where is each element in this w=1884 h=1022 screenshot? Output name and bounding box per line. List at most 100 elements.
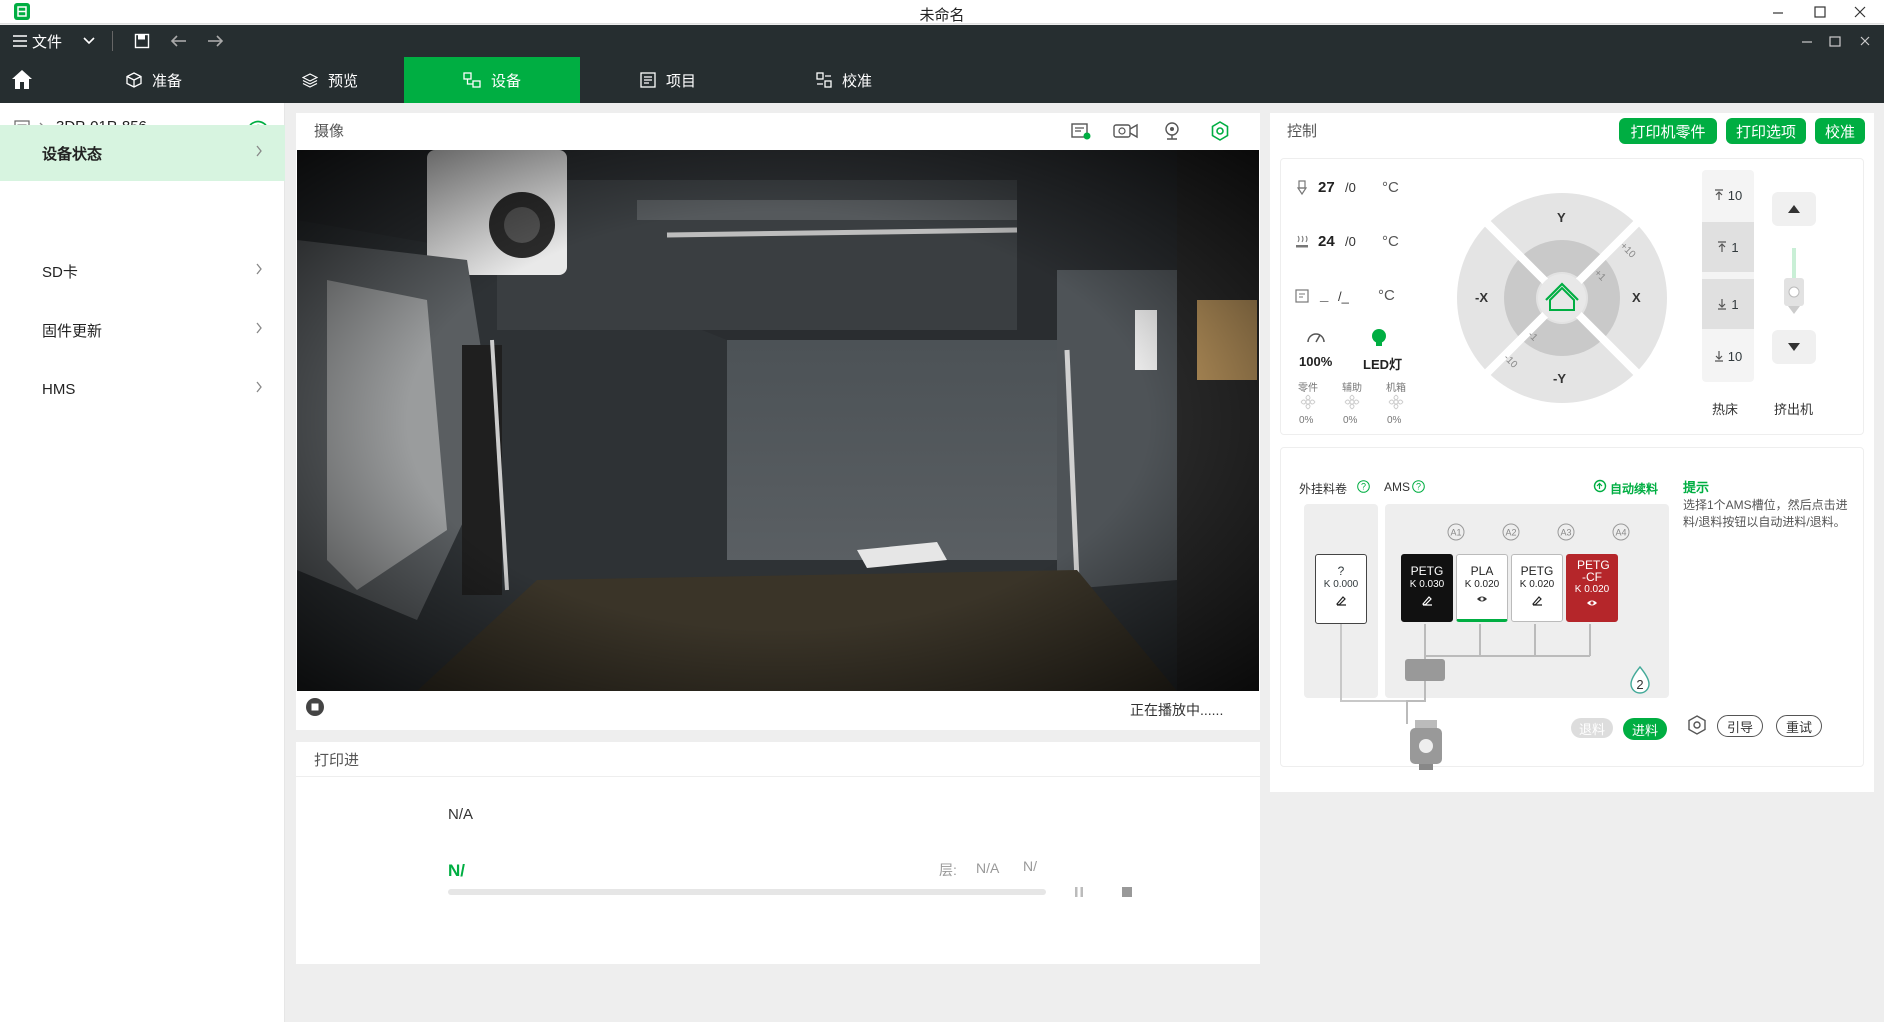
stop-stream-icon[interactable] <box>305 697 325 717</box>
nozzle-target[interactable]: /0 <box>1345 180 1356 195</box>
sidebar-item-firmware[interactable]: 固件更新 <box>0 302 285 358</box>
home-icon[interactable] <box>10 68 34 90</box>
led-icon[interactable] <box>1370 328 1388 348</box>
bed-temp: 24 <box>1318 233 1335 250</box>
slot-k-value: K 0.020 <box>1464 579 1500 590</box>
jog-x-plus[interactable]: X <box>1632 290 1641 305</box>
minimize-icon[interactable] <box>1768 2 1788 22</box>
layer-label: 层: <box>939 862 957 878</box>
device-icon <box>463 72 481 88</box>
sidebar-item-label: 设备状态 <box>42 145 103 163</box>
ams-settings-icon[interactable] <box>1685 714 1709 738</box>
edit-icon[interactable] <box>1402 594 1452 606</box>
sidebar-item-sd-card[interactable]: SD卡 <box>0 243 285 299</box>
triangle-down-icon <box>1787 342 1801 352</box>
tab-calibration[interactable]: 校准 <box>756 57 932 103</box>
close-icon[interactable] <box>1850 2 1870 22</box>
chamber-unit: °C <box>1378 287 1395 304</box>
slot-type: PLA <box>1470 564 1494 578</box>
help-icon[interactable]: ? <box>1357 480 1370 493</box>
jog-x-minus[interactable]: -X <box>1475 290 1488 305</box>
pause-icon[interactable] <box>1072 885 1086 899</box>
print-options-button[interactable]: 打印选项 <box>1726 118 1806 144</box>
bed-label: 热床 <box>1712 402 1739 417</box>
tab-preview[interactable]: 预览 <box>242 57 418 103</box>
help-icon[interactable]: ? <box>1412 480 1425 493</box>
guide-button[interactable]: 引导 <box>1717 715 1763 737</box>
chamber-icon <box>1295 289 1309 303</box>
led-label: LED灯 <box>1363 357 1403 372</box>
sidebar-item-label: 固件更新 <box>42 322 103 340</box>
chevron-down-icon[interactable] <box>82 25 96 57</box>
edit-icon[interactable] <box>1512 594 1562 606</box>
eye-icon[interactable] <box>1457 594 1507 604</box>
unload-button[interactable]: 退料 <box>1571 718 1613 738</box>
calibrate-button[interactable]: 校准 <box>1815 118 1865 144</box>
fan-icon[interactable] <box>1300 394 1316 410</box>
jog-y-minus[interactable]: -Y <box>1553 371 1566 386</box>
inner-restore-icon[interactable] <box>1828 25 1842 57</box>
bed-target[interactable]: /0 <box>1345 234 1356 249</box>
chevron-right-icon <box>255 145 263 157</box>
fan-chamber-label: 机箱 <box>1386 383 1406 394</box>
speed-value: 100% <box>1299 354 1333 369</box>
speed-icon[interactable] <box>1306 329 1326 345</box>
load-button[interactable]: 进料 <box>1623 718 1667 740</box>
auto-refill-link[interactable]: 自动续料 <box>1610 480 1658 497</box>
fan-icon[interactable] <box>1388 394 1404 410</box>
jog-y-plus[interactable]: Y <box>1557 210 1566 225</box>
stop-icon[interactable] <box>1120 885 1134 899</box>
webcam-icon[interactable] <box>1162 121 1182 141</box>
tab-project[interactable]: 项目 <box>580 57 756 103</box>
timelapse-icon[interactable] <box>1070 121 1092 141</box>
printer-parts-button[interactable]: 打印机零件 <box>1619 118 1717 144</box>
ams-slot-a4[interactable]: PETG -CF K 0.020 <box>1566 554 1618 622</box>
bed-up-10-button[interactable]: 10 <box>1702 170 1754 220</box>
nozzle-temp: 27 <box>1318 179 1335 196</box>
tab-prepare[interactable]: 准备 <box>66 57 242 103</box>
inner-minimize-icon[interactable] <box>1800 25 1814 57</box>
bed-down-10-button[interactable]: 10 <box>1702 331 1754 381</box>
save-icon[interactable] <box>134 25 150 57</box>
main-tab-bar: 准备 预览 设备 项目 校准 <box>0 57 1884 103</box>
fan-chamber-value: 0% <box>1387 415 1402 426</box>
control-panel: 控制 打印机零件 打印选项 校准 27 /0 °C 24 /0 °C _ /_ … <box>1270 113 1874 792</box>
undo-icon[interactable] <box>170 25 188 57</box>
ams-slot-a3[interactable]: PETG K 0.020 <box>1511 554 1563 622</box>
progress-title: 打印进 <box>314 752 360 769</box>
inner-close-icon[interactable] <box>1858 25 1872 57</box>
ams-hub-icon <box>1405 659 1445 681</box>
print-file-name: N/A <box>448 806 474 823</box>
ams-slot-a2[interactable]: PLA K 0.020 <box>1456 554 1508 622</box>
eye-icon[interactable] <box>1567 598 1617 608</box>
maximize-icon[interactable] <box>1810 2 1830 22</box>
camera-settings-icon[interactable] <box>1210 121 1230 141</box>
sidebar-item-device-status[interactable]: 设备状态 <box>0 125 285 181</box>
divider <box>296 776 1260 777</box>
tab-calibration-label: 校准 <box>841 72 872 90</box>
bed-move-value: 10 <box>1727 187 1743 203</box>
redo-icon[interactable] <box>206 25 224 57</box>
retry-button[interactable]: 重试 <box>1776 715 1822 737</box>
bed-move-value: 1 <box>1731 296 1739 312</box>
video-record-icon[interactable] <box>1112 121 1140 141</box>
sidebar-item-hms[interactable]: HMS <box>0 361 285 417</box>
extrude-down-button[interactable] <box>1772 330 1816 364</box>
extruder-icon <box>1782 248 1806 318</box>
camera-title: 摄像 <box>314 123 345 140</box>
slot-a1-icon: A1 <box>1444 522 1468 542</box>
ams-slot-a1[interactable]: PETG K 0.030 <box>1401 554 1453 622</box>
stream-status: 正在播放中...... <box>1130 702 1224 718</box>
humidity-icon[interactable]: 2 <box>1629 666 1651 694</box>
file-menu[interactable]: 文件 <box>12 25 62 57</box>
bed-down-1-button[interactable]: 1 <box>1702 279 1754 329</box>
print-progress-panel: 打印进 N/A N/ 层: N/A N/ <box>296 742 1260 964</box>
bed-up-1-button[interactable]: 1 <box>1702 222 1754 272</box>
fan-icon[interactable] <box>1344 394 1360 410</box>
menu-bar: 文件 <box>0 25 1884 57</box>
tab-device[interactable]: 设备 <box>404 57 580 103</box>
chevron-right-icon <box>255 381 263 393</box>
extrude-up-button[interactable] <box>1772 192 1816 226</box>
bed-heat-icon <box>1295 235 1309 249</box>
camera-panel: 摄像 正在播放中...... <box>296 113 1260 730</box>
